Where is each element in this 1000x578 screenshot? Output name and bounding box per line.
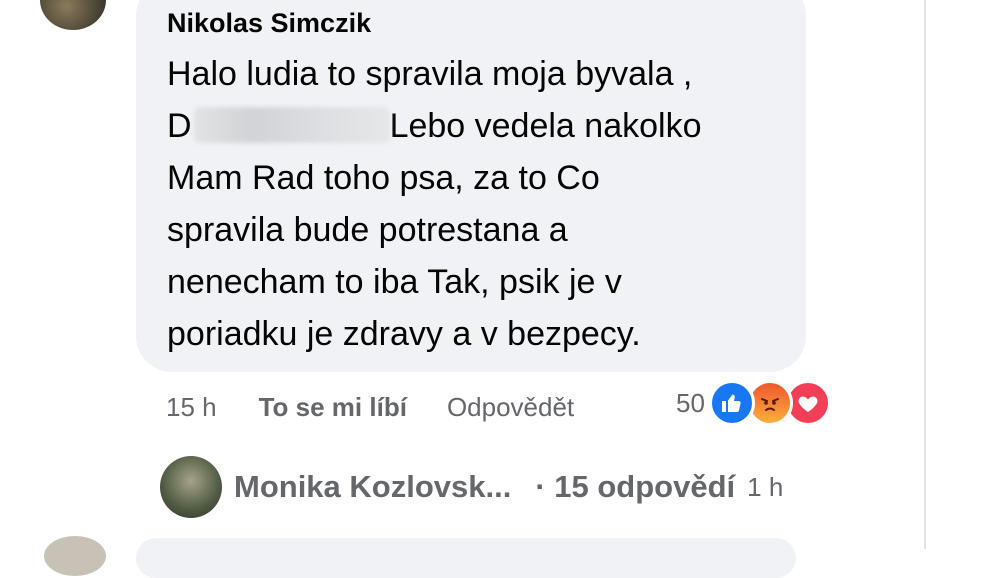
like-button[interactable]: To se mi líbí (259, 392, 407, 423)
comment-line: nenecham to iba Tak, psik je v (167, 263, 622, 301)
redacted-blur (193, 107, 390, 143)
reaction-count: 50 (676, 387, 705, 418)
comment-actions: 15 h To se mi líbí Odpovědět (166, 392, 574, 423)
reply-count-link[interactable]: · 15 odpovědí (535, 469, 735, 505)
comment-line-start: D (167, 107, 192, 145)
reply-time: 1 h (747, 471, 784, 502)
comment-time[interactable]: 15 h (166, 392, 217, 423)
comment-line-redacted: D Lebo vedela nakolko (167, 100, 787, 152)
next-comment-bubble (136, 538, 796, 578)
reply-author[interactable]: Monika Kozlovsk... (234, 469, 511, 505)
comment-line: poriadku je zdravy a v bezpecy. (167, 315, 641, 353)
replies-preview[interactable]: Monika Kozlovsk... · 15 odpovědí 1 h (160, 456, 783, 518)
comment-line: Halo ludia to spravila moja byvala , (167, 55, 693, 93)
reply-button[interactable]: Odpovědět (447, 392, 574, 423)
comment-author[interactable]: Nikolas Simczik (167, 8, 371, 39)
comment-line: Mam Rad toho psa, za to Co (167, 159, 600, 197)
comment-line: spravila bude potrestana a (167, 211, 568, 249)
reply-avatar (160, 456, 222, 518)
column-divider (924, 0, 926, 549)
next-comment-avatar[interactable] (44, 536, 106, 576)
avatar[interactable] (40, 0, 106, 30)
reactions-summary[interactable]: 50 (676, 380, 831, 426)
comment-line-end: Lebo vedela nakolko (389, 107, 702, 145)
like-icon (708, 380, 755, 426)
comment-text: Halo ludia to spravila moja byvala , D Le… (167, 48, 787, 360)
